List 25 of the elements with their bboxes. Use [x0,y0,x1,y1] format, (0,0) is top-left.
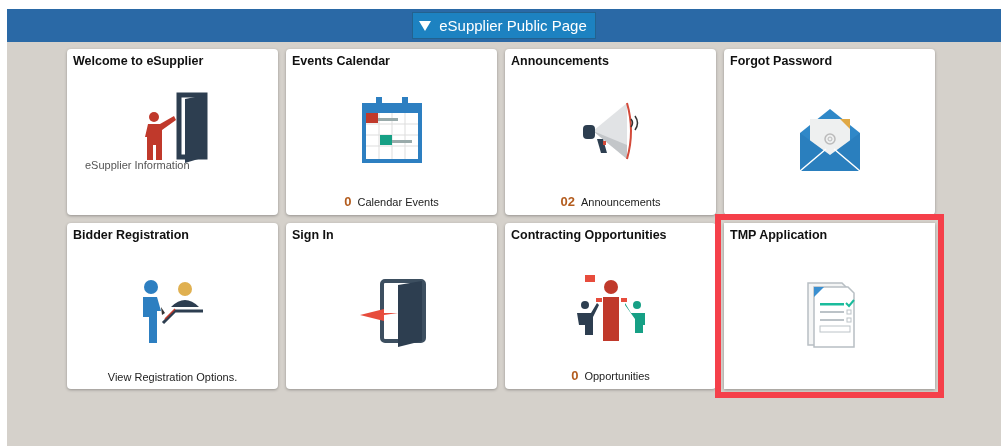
tile[interactable]: Announcements 02 Announcements [505,49,716,215]
tile[interactable]: Welcome to eSupplier eSupplier Information [67,49,278,215]
tile-title: Bidder Registration [73,228,189,242]
tile[interactable]: Contracting Opportunities 0 Opportunities [505,223,716,389]
tile-note: View Registration Options. [107,371,238,383]
caret-icon [419,20,432,31]
tile[interactable]: Forgot Password [724,49,935,215]
count-label: Opportunities [584,370,650,382]
tile[interactable]: Sign In [286,223,497,389]
tile-caption: eSupplier Information [85,159,190,171]
count: 02 [560,194,575,209]
tile-title: TMP Application [730,228,828,242]
tile[interactable]: Bidder Registration View Registration Options. [67,223,278,389]
count: 0 [571,368,579,383]
tile-title: Announcements [511,54,609,68]
tile[interactable]: Events Calendar 0 Calendar Events [286,49,497,215]
count-label: Announcements [581,196,661,208]
tile-title: Events Calendar [292,54,390,68]
count: 0 [344,194,352,209]
tile-title: Forgot Password [730,54,833,68]
tile-title: Sign In [292,228,334,242]
tile-title: Contracting Opportunities [511,228,667,242]
count-label: Calendar Events [357,196,439,208]
page-menu-button[interactable]: eSupplier Public Page [412,12,596,39]
tile-title: Welcome to eSupplier [73,54,204,68]
